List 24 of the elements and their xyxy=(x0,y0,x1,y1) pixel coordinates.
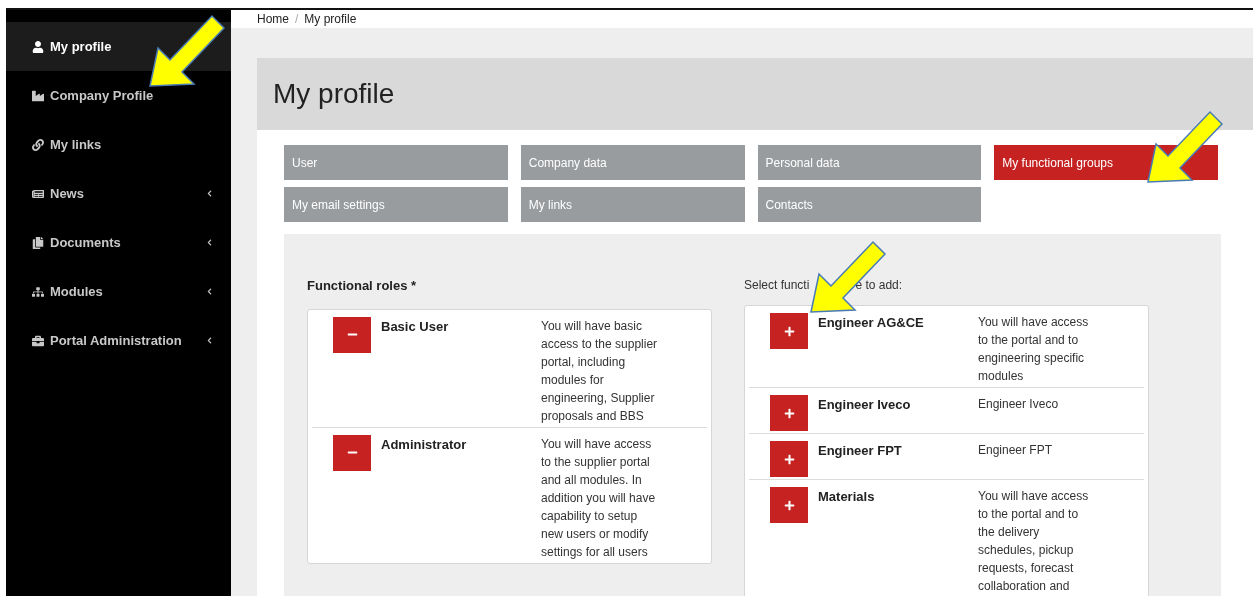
role-name: Administrator xyxy=(381,435,468,454)
role-name: Basic User xyxy=(381,317,450,336)
role-description: You will have basic access to the supplier portal, including modules for engineering, Supplier proposals and BBS xyxy=(541,317,659,425)
role-name: Engineer FPT xyxy=(818,442,903,460)
role-description: You will have access to the portal and to the delivery schedules, pickup requests, forecast collaboration and xyxy=(978,488,1090,595)
breadcrumb-link[interactable]: My profile xyxy=(304,10,357,28)
role-description: You will have access to the supplier portal and all modules. In addition you will have capability to setup new users or modify settings for all users xyxy=(541,435,657,561)
page-title: My profile xyxy=(273,77,395,111)
sidebar-item[interactable]: My links xyxy=(6,120,231,169)
section-heading: Select functi xyxy=(744,277,810,292)
sidebar-item[interactable]: Portal Administration xyxy=(6,316,231,365)
sidebar-item[interactable]: Company Profile xyxy=(6,71,231,120)
sidebar-item[interactable]: Documents xyxy=(6,218,231,267)
sidebar-item[interactable]: Modules xyxy=(6,267,231,316)
section-heading: Functional roles * xyxy=(307,277,418,295)
role-description: You will have access to the portal and to engineering specific modules xyxy=(978,314,1090,385)
sidebar-item[interactable]: News xyxy=(6,169,231,218)
role-name: Engineer AG&CE xyxy=(818,314,925,332)
role-description: Engineer FPT xyxy=(978,442,1054,459)
role-name: Materials xyxy=(818,488,876,506)
breadcrumb-separator: / xyxy=(295,11,299,28)
role-description: Engineer Iveco xyxy=(978,396,1060,413)
breadcrumb-link[interactable]: Home xyxy=(257,10,289,28)
role-name: Engineer Iveco xyxy=(818,396,912,414)
